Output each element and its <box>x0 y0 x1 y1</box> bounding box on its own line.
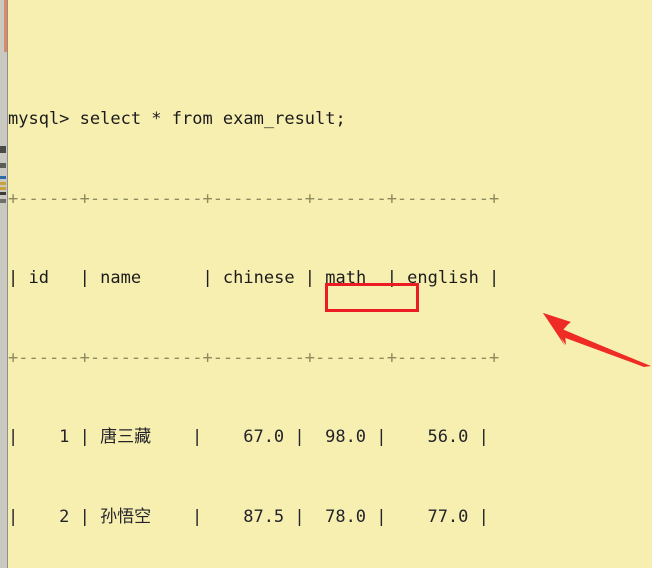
terminal-window: mysql> select * from exam_result; +-----… <box>0 0 652 568</box>
window-left-edge <box>0 0 7 568</box>
table-separator-mid-1: +------+-----------+---------+-------+--… <box>8 347 500 368</box>
table-separator-top-1: +------+-----------+---------+-------+--… <box>8 188 500 209</box>
table-header-1: | id | name | chinese | math | english | <box>8 268 500 288</box>
table-row: | 1 | 唐三藏 | 67.0 | 98.0 | 56.0 | <box>8 427 489 447</box>
terminal-output[interactable]: mysql> select * from exam_result; +-----… <box>8 0 652 568</box>
table-row: | 2 | 孙悟空 | 87.5 | 78.0 | 77.0 | <box>8 506 489 527</box>
edge-artifact <box>0 187 6 190</box>
edge-artifact <box>0 192 6 195</box>
edge-artifact <box>0 182 6 185</box>
edge-artifact <box>0 176 6 179</box>
sql-command-1: mysql> select * from exam_result; <box>8 109 346 129</box>
edge-artifact <box>0 146 6 153</box>
edge-artifact <box>0 163 6 168</box>
edge-artifact <box>0 199 6 203</box>
